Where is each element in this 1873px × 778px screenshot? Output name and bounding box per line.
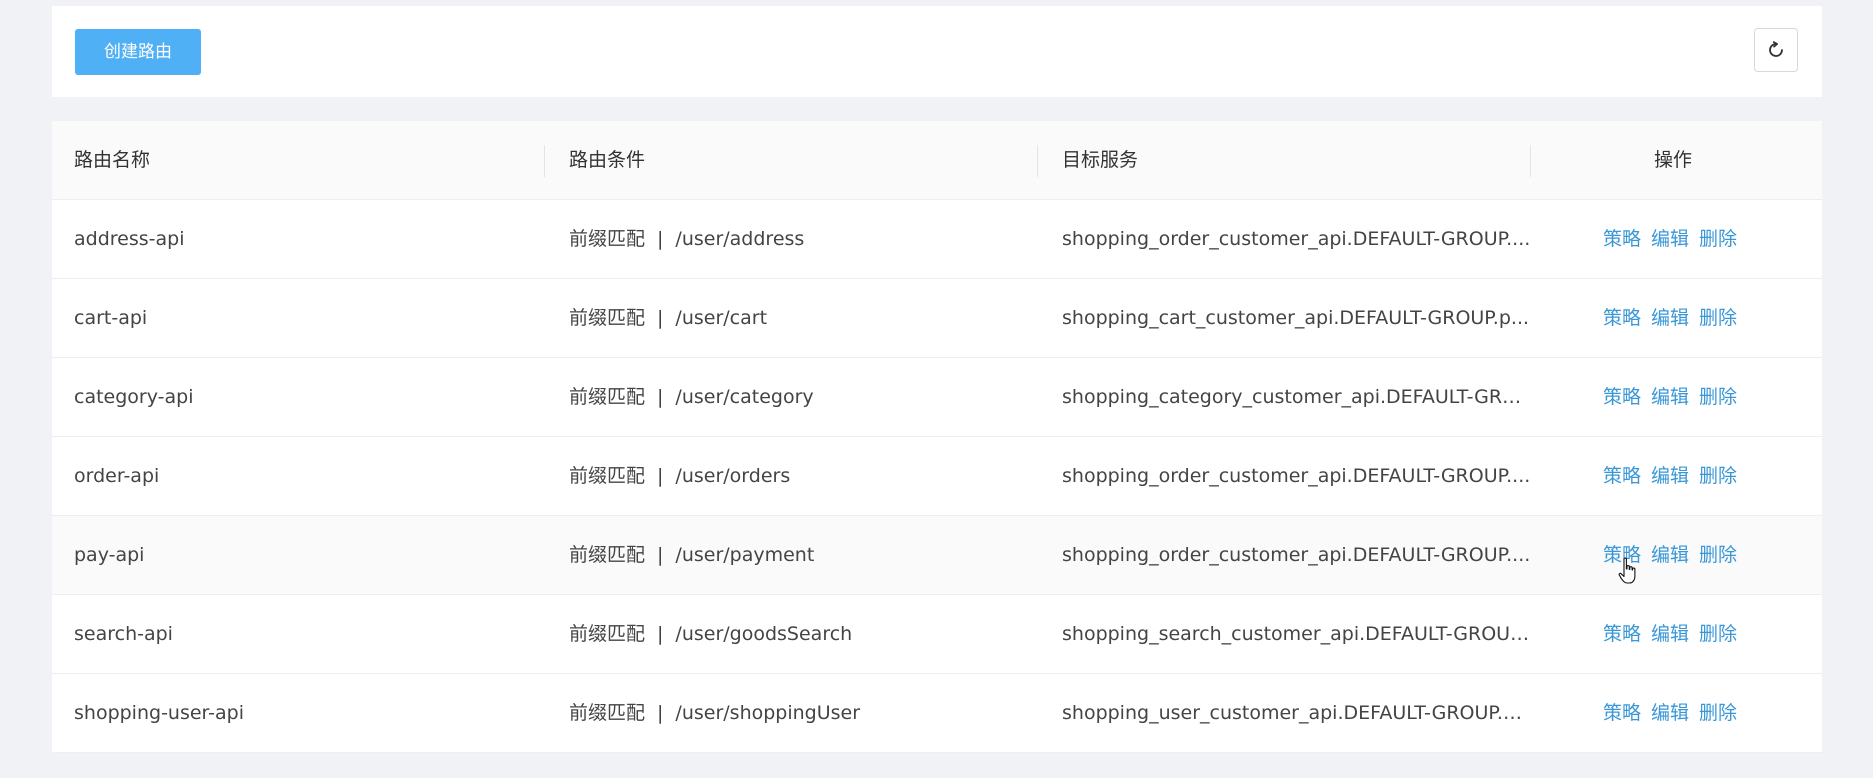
condition-separator: | [657, 386, 664, 408]
row-actions: 策略 编辑 删除 [1603, 437, 1747, 515]
table-row: pay-api 前缀匹配 | /user/payment shopping_order_… [52, 516, 1822, 595]
refresh-button[interactable] [1754, 28, 1798, 72]
row-actions: 策略 编辑 删除 [1603, 595, 1747, 673]
match-type: 前缀匹配 [569, 228, 646, 250]
row-actions: 策略 编辑 删除 [1603, 200, 1747, 278]
routes-table: 路由名称 路由条件 目标服务 操作 address-api 前缀匹配 | /user/… [52, 121, 1822, 753]
target-service: shopping_category_customer_api.DEFAULT-G… [1062, 386, 1532, 408]
match-path: /user/cart [675, 307, 768, 329]
match-path: /user/payment [675, 544, 815, 566]
target-service: shopping_user_customer_api.DEFAULT-GROUP… [1062, 702, 1532, 724]
condition-separator: | [657, 702, 664, 724]
target-service: shopping_order_customer_api.DEFAULT-GROU… [1062, 465, 1531, 487]
route-condition: 前缀匹配 | /user/cart [569, 279, 767, 357]
match-path: /user/category [675, 386, 814, 408]
condition-separator: | [657, 623, 664, 645]
table-row: category-api 前缀匹配 | /user/category shopping_… [52, 358, 1822, 437]
table-row: search-api 前缀匹配 | /user/goodsSearch shopping… [52, 595, 1822, 674]
column-divider [544, 145, 545, 177]
column-header-target: 目标服务 [1062, 149, 1139, 171]
table-header: 路由名称 路由条件 目标服务 操作 [52, 121, 1822, 200]
route-condition: 前缀匹配 | /user/address [569, 200, 804, 278]
match-type: 前缀匹配 [569, 465, 646, 487]
edit-link[interactable]: 编辑 [1651, 307, 1689, 329]
strategy-link[interactable]: 策略 [1603, 465, 1641, 487]
table-body: address-api 前缀匹配 | /user/address shopping_or… [52, 200, 1822, 753]
column-header-name: 路由名称 [74, 149, 151, 171]
edit-link[interactable]: 编辑 [1651, 465, 1689, 487]
delete-link[interactable]: 删除 [1699, 307, 1737, 329]
delete-link[interactable]: 删除 [1699, 623, 1737, 645]
match-path: /user/shoppingUser [675, 702, 861, 724]
match-type: 前缀匹配 [569, 623, 646, 645]
strategy-link[interactable]: 策略 [1603, 702, 1641, 724]
condition-separator: | [657, 465, 664, 487]
route-name: category-api [74, 386, 194, 408]
match-path: /user/goodsSearch [675, 623, 853, 645]
route-condition: 前缀匹配 | /user/shoppingUser [569, 674, 860, 752]
edit-link[interactable]: 编辑 [1651, 623, 1689, 645]
route-name: cart-api [74, 307, 148, 329]
condition-separator: | [657, 544, 664, 566]
table-row: address-api 前缀匹配 | /user/address shopping_or… [52, 200, 1822, 279]
match-path: /user/address [675, 228, 805, 250]
refresh-icon [1769, 41, 1783, 57]
delete-link[interactable]: 删除 [1699, 702, 1737, 724]
route-condition: 前缀匹配 | /user/payment [569, 516, 814, 594]
delete-link[interactable]: 删除 [1699, 544, 1737, 566]
target-service: shopping_search_customer_api.DEFAULT-GRO… [1062, 623, 1532, 645]
match-type: 前缀匹配 [569, 386, 646, 408]
match-type: 前缀匹配 [569, 307, 646, 329]
edit-link[interactable]: 编辑 [1651, 702, 1689, 724]
strategy-link[interactable]: 策略 [1603, 623, 1641, 645]
table-row: cart-api 前缀匹配 | /user/cart shopping_cart_cus… [52, 279, 1822, 358]
edit-link[interactable]: 编辑 [1651, 228, 1689, 250]
column-divider [1530, 145, 1531, 177]
match-type: 前缀匹配 [569, 544, 646, 566]
strategy-link[interactable]: 策略 [1603, 228, 1641, 250]
delete-link[interactable]: 删除 [1699, 465, 1737, 487]
column-header-actions: 操作 [1654, 149, 1693, 171]
row-actions: 策略 编辑 删除 [1603, 279, 1747, 357]
target-service: shopping_cart_customer_api.DEFAULT-GROUP… [1062, 307, 1530, 329]
route-name: shopping-user-api [74, 702, 244, 724]
route-condition: 前缀匹配 | /user/goodsSearch [569, 595, 852, 673]
toolbar: 创建路由 [52, 6, 1822, 97]
route-condition: 前缀匹配 | /user/category [569, 358, 814, 436]
table-row: order-api 前缀匹配 | /user/orders shopping_order… [52, 437, 1822, 516]
route-condition: 前缀匹配 | /user/orders [569, 437, 790, 515]
column-header-condition: 路由条件 [569, 149, 646, 171]
column-divider [1037, 145, 1038, 177]
row-actions: 策略 编辑 删除 [1603, 674, 1747, 752]
route-name: search-api [74, 623, 173, 645]
row-actions: 策略 编辑 删除 [1603, 358, 1747, 436]
target-service: shopping_order_customer_api.DEFAULT-GROU… [1062, 544, 1531, 566]
delete-link[interactable]: 删除 [1699, 386, 1737, 408]
target-service: shopping_order_customer_api.DEFAULT-GROU… [1062, 228, 1531, 250]
edit-link[interactable]: 编辑 [1651, 386, 1689, 408]
route-name: order-api [74, 465, 160, 487]
route-name: address-api [74, 228, 185, 250]
condition-separator: | [657, 228, 664, 250]
edit-link[interactable]: 编辑 [1651, 544, 1689, 566]
condition-separator: | [657, 307, 664, 329]
match-path: /user/orders [675, 465, 791, 487]
strategy-link[interactable]: 策略 [1603, 386, 1641, 408]
hand-cursor-icon [1618, 557, 1636, 584]
create-route-button[interactable]: 创建路由 [75, 29, 201, 75]
route-name: pay-api [74, 544, 145, 566]
strategy-link[interactable]: 策略 [1603, 307, 1641, 329]
table-row: shopping-user-api 前缀匹配 | /user/shoppingUser… [52, 674, 1822, 753]
delete-link[interactable]: 删除 [1699, 228, 1737, 250]
match-type: 前缀匹配 [569, 702, 646, 724]
